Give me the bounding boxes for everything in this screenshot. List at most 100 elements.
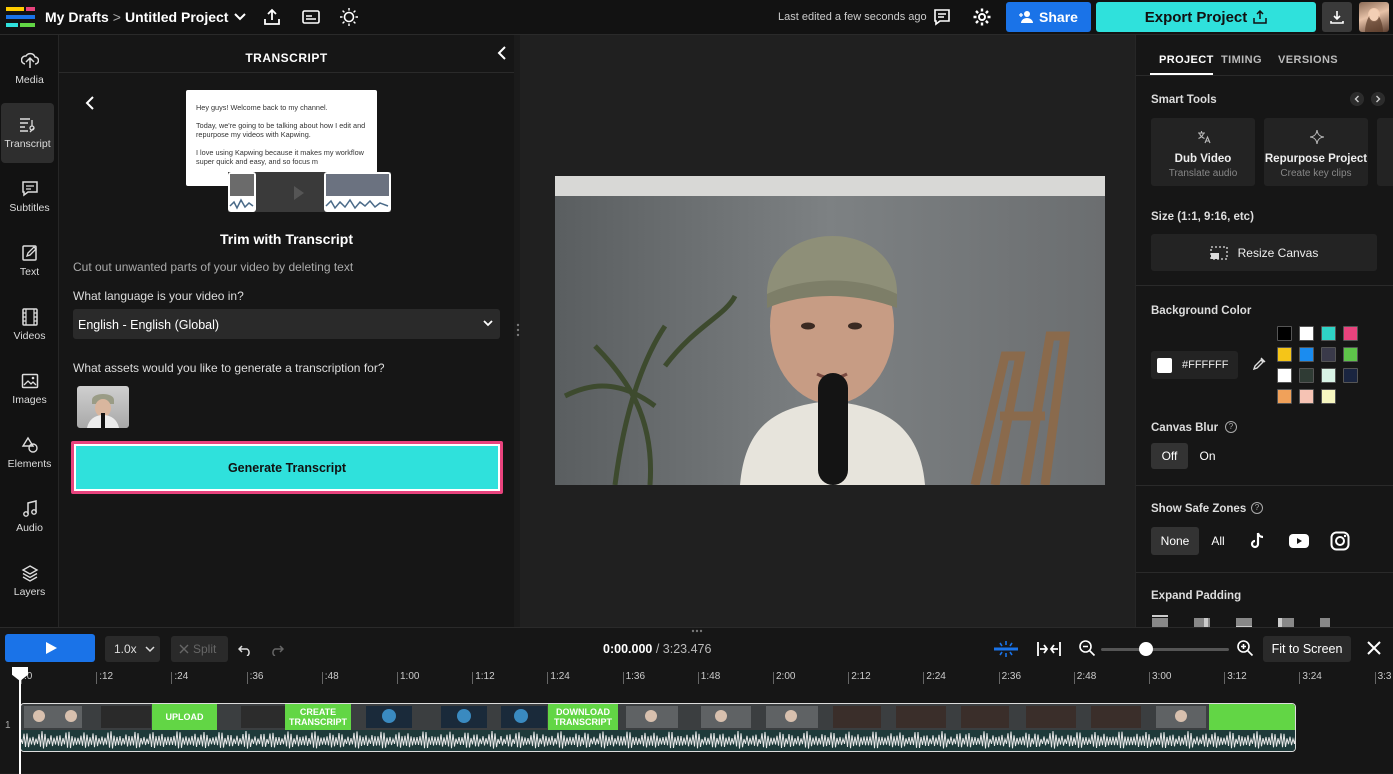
next-tool-card[interactable] xyxy=(1377,118,1393,186)
palette-swatch[interactable] xyxy=(1299,326,1314,341)
safe-zones-label: Show Safe Zones xyxy=(1151,503,1247,515)
tiktok-icon[interactable] xyxy=(1247,531,1267,551)
palette-swatch[interactable] xyxy=(1321,326,1336,341)
split-label: Split xyxy=(193,642,217,656)
playback-speed-select[interactable]: 1.0x xyxy=(105,636,160,662)
project-name[interactable]: Untitled Project xyxy=(125,9,228,25)
export-label: Export Project xyxy=(1144,8,1248,26)
rail-text[interactable]: Text xyxy=(0,231,59,291)
subtitles-icon xyxy=(21,181,38,197)
chevron-right-icon[interactable] xyxy=(1371,92,1385,106)
youtube-icon[interactable] xyxy=(1288,531,1310,551)
share-button[interactable]: Share xyxy=(1006,2,1091,32)
palette-swatch[interactable] xyxy=(1277,389,1292,404)
zoom-slider-track[interactable] xyxy=(1101,648,1229,651)
dub-video-card[interactable]: Dub Video Translate audio xyxy=(1151,118,1255,186)
tab-timing[interactable]: TIMING xyxy=(1221,54,1262,66)
tool-title: Repurpose Project xyxy=(1264,153,1368,165)
rail-audio[interactable]: Audio xyxy=(0,487,59,547)
padding-options-icon[interactable] xyxy=(1151,614,1331,627)
palette-swatch[interactable] xyxy=(1343,347,1358,362)
help-icon[interactable]: ? xyxy=(1251,502,1263,514)
play-button[interactable] xyxy=(5,634,95,662)
language-value: English - English (Global) xyxy=(78,318,220,332)
video-track[interactable]: UPLOAD CREATE TRANSCRIPT DOWNLOAD TRANSC… xyxy=(20,703,1296,752)
blur-off-toggle[interactable]: Off xyxy=(1151,443,1188,469)
rail-layers[interactable]: Layers xyxy=(0,551,59,611)
rail-images[interactable]: Images xyxy=(0,359,59,419)
section-divider xyxy=(1136,485,1393,486)
asset-thumbnail[interactable] xyxy=(77,386,129,428)
tab-project[interactable]: PROJECT xyxy=(1159,54,1214,66)
share-upload-icon[interactable] xyxy=(262,7,282,27)
transcript-illustration: Hey guys! Welcome back to my channel. To… xyxy=(185,90,391,214)
back-chevron-icon[interactable] xyxy=(83,95,97,111)
language-select[interactable]: English - English (Global) xyxy=(73,309,500,339)
waveform-path xyxy=(21,730,1295,749)
safe-zone-all[interactable]: All xyxy=(1202,527,1234,555)
video-preview[interactable] xyxy=(555,176,1105,485)
help-icon[interactable]: ? xyxy=(1225,421,1237,433)
rail-label: Transcript xyxy=(4,138,51,150)
playhead-line[interactable] xyxy=(19,668,21,774)
palette-swatch[interactable] xyxy=(1299,347,1314,362)
breadcrumb-my-drafts[interactable]: My Drafts xyxy=(45,9,109,25)
redo-icon[interactable] xyxy=(270,644,284,656)
zoom-out-icon[interactable] xyxy=(1078,639,1096,657)
generate-transcript-button[interactable]: Generate Transcript xyxy=(71,441,503,494)
assets-label: What assets would you like to generate a… xyxy=(73,361,385,375)
background-color-input[interactable]: #FFFFFF xyxy=(1151,351,1238,379)
timeline-ruler[interactable]: :0:12:24:36:48 1:00 1:12 1:24 1:36 1:48 2:00 2:… xyxy=(0,666,1393,690)
rail-media[interactable]: Media xyxy=(0,39,59,99)
palette-swatch[interactable] xyxy=(1299,389,1314,404)
rail-elements[interactable]: Elements xyxy=(0,423,59,483)
user-avatar[interactable] xyxy=(1359,2,1389,32)
last-edited-status: Last edited a few seconds ago xyxy=(778,11,927,23)
palette-swatch[interactable] xyxy=(1321,389,1336,404)
chevron-left-icon[interactable] xyxy=(1350,92,1364,106)
eyedropper-icon[interactable] xyxy=(1252,357,1266,371)
palette-swatch[interactable] xyxy=(1343,368,1358,383)
download-button[interactable] xyxy=(1322,2,1352,32)
rail-transcript[interactable]: Transcript xyxy=(1,103,54,163)
timeline-drag-handle-icon[interactable] xyxy=(690,628,704,634)
palette-swatch[interactable] xyxy=(1321,368,1336,383)
palette-swatch[interactable] xyxy=(1321,347,1336,362)
shapes-icon xyxy=(21,436,38,453)
lightbulb-icon[interactable] xyxy=(339,7,359,27)
rail-label: Media xyxy=(15,74,44,86)
snap-magnet-icon[interactable] xyxy=(992,640,1020,658)
split-button[interactable]: Split xyxy=(171,636,228,662)
palette-swatch[interactable] xyxy=(1343,326,1358,341)
safe-zone-none[interactable]: None xyxy=(1151,527,1199,555)
transcript-icon xyxy=(19,118,35,133)
collapse-panel-icon[interactable] xyxy=(495,45,509,61)
palette-swatch[interactable] xyxy=(1277,368,1292,383)
rail-subtitles[interactable]: Subtitles xyxy=(0,167,59,227)
palette-swatch[interactable] xyxy=(1299,368,1314,383)
palette-swatch[interactable] xyxy=(1277,326,1292,341)
ruler-tick: 2:36 xyxy=(998,671,1022,684)
close-icon[interactable] xyxy=(1366,640,1382,656)
export-project-button[interactable]: Export Project xyxy=(1096,2,1316,32)
zoom-in-icon[interactable] xyxy=(1236,639,1254,657)
gear-icon[interactable] xyxy=(972,7,992,27)
fit-width-icon[interactable] xyxy=(1036,640,1062,658)
rail-videos[interactable]: Videos xyxy=(0,295,59,355)
zoom-slider-knob[interactable] xyxy=(1139,642,1153,656)
undo-icon[interactable] xyxy=(238,644,252,656)
chevron-down-icon[interactable] xyxy=(230,7,250,27)
rail-label: Layers xyxy=(13,586,46,598)
palette-swatch[interactable] xyxy=(1277,347,1292,362)
repurpose-project-card[interactable]: Repurpose Project Create key clips xyxy=(1264,118,1368,186)
resize-canvas-button[interactable]: Resize Canvas xyxy=(1151,234,1377,271)
fit-to-screen-button[interactable]: Fit to Screen xyxy=(1263,636,1351,662)
doc-line: Today, we're going to be talking about h… xyxy=(196,120,366,140)
color-hex: #FFFFFF xyxy=(1182,359,1229,371)
instagram-icon[interactable] xyxy=(1330,531,1350,551)
kapwing-logo-icon[interactable] xyxy=(6,6,36,28)
comments-icon[interactable] xyxy=(932,7,952,27)
tab-versions[interactable]: VERSIONS xyxy=(1278,54,1338,66)
captions-icon[interactable] xyxy=(301,7,321,27)
blur-on-toggle[interactable]: On xyxy=(1191,443,1224,469)
